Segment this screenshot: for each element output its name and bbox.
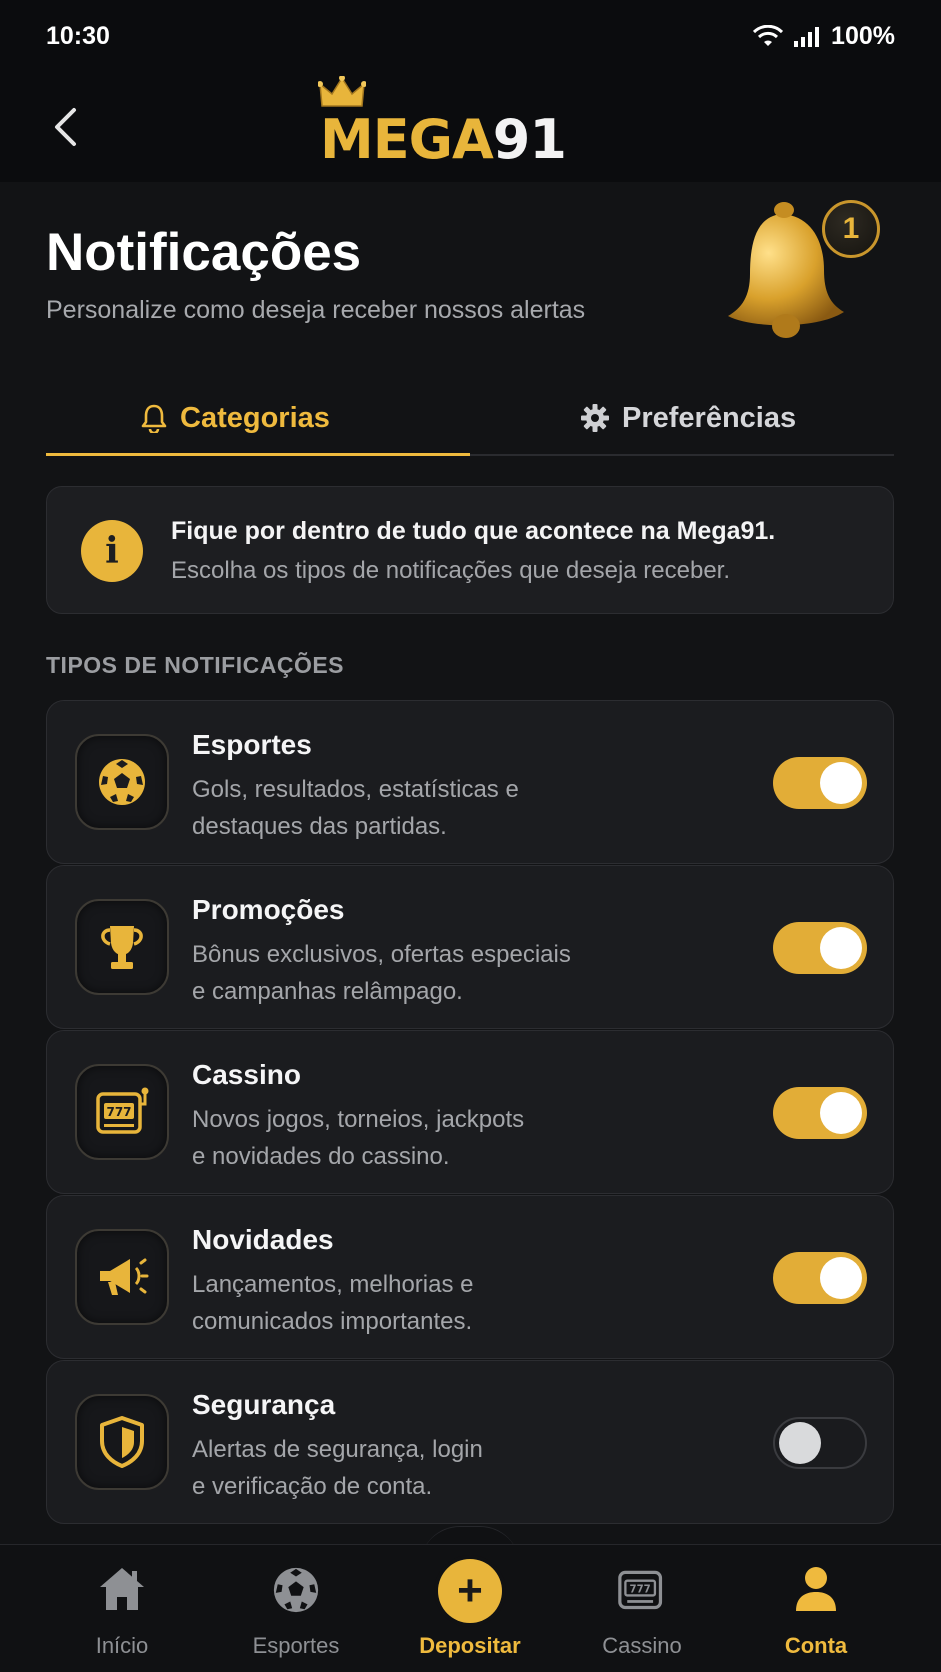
soccer-ball-icon [273, 1567, 319, 1613]
notification-description-line: e campanhas relâmpago. [192, 978, 463, 1005]
notification-description-line: e verificação de conta. [192, 1473, 433, 1500]
notification-description-line: Lançamentos, melhorias e [192, 1271, 474, 1298]
toggle-knob [820, 762, 862, 804]
notification-icon-box [75, 1229, 169, 1325]
notification-title: Novidades [192, 1224, 334, 1255]
page-title: Notificações [46, 223, 362, 282]
megaphone-icon [100, 1258, 149, 1295]
notification-count-badge: 1 [822, 200, 880, 258]
cassino-toggle[interactable] [773, 1087, 867, 1139]
nav-label: Início [95, 1633, 149, 1658]
info-text: Escolha os tipos de notificações que des… [171, 557, 731, 584]
nav-depositar[interactable]: + Depositar [395, 1545, 545, 1672]
bottom-nav: Início Esportes + Depositar 777 Cassino [0, 1544, 941, 1672]
signal-icon [794, 26, 820, 47]
toggle-knob [820, 1257, 862, 1299]
esportes-toggle[interactable] [773, 757, 867, 809]
svg-text:777: 777 [630, 1585, 651, 1596]
status-icons: 100% [753, 22, 895, 51]
logo-mega: MEGA [320, 108, 494, 171]
notification-bell: 1 [720, 196, 890, 356]
chevron-left-icon [55, 108, 76, 146]
back-button[interactable] [40, 102, 90, 152]
trophy-icon [101, 926, 143, 969]
notification-card-esportes: Esportes Gols, resultados, estatísticas … [46, 700, 894, 864]
novidades-toggle[interactable] [773, 1252, 867, 1304]
soccer-ball-icon [99, 759, 145, 805]
nav-inicio[interactable]: Início [47, 1545, 197, 1672]
app-header: MEGA91 [0, 72, 941, 182]
mega91-logo: MEGA91 [318, 76, 628, 176]
page-subtitle: Personalize como deseja receber nossos a… [46, 296, 586, 324]
notification-card-novidades: Novidades Lançamentos, melhorias e comun… [46, 1195, 894, 1359]
tab-categorias-label: Categorias [180, 401, 330, 434]
active-tab-indicator [46, 453, 470, 456]
notification-icon-box [75, 1394, 169, 1490]
notification-title: Segurança [192, 1389, 336, 1420]
notification-icon-box [75, 899, 169, 995]
plus-icon: + [438, 1559, 502, 1623]
logo-text: MEGA91 [320, 108, 567, 171]
notification-description: Alertas de segurança, login e verificaçã… [192, 1431, 662, 1505]
notification-title: Promoções [192, 894, 345, 925]
slot-machine-icon: 777 [618, 1570, 663, 1610]
notification-description-line: e novidades do cassino. [192, 1143, 450, 1170]
svg-text:777: 777 [106, 1105, 131, 1119]
toggle-knob [820, 927, 862, 969]
tab-bar: Categorias Preferências [46, 380, 894, 456]
shield-icon [100, 1416, 144, 1468]
tab-preferencias[interactable]: Preferências [580, 380, 796, 456]
notification-title: Cassino [192, 1059, 301, 1090]
toggle-knob [820, 1092, 862, 1134]
tab-categorias[interactable]: Categorias [140, 380, 330, 456]
home-icon [100, 1568, 144, 1610]
notification-description-line: Novos jogos, torneios, jackpots [192, 1106, 525, 1133]
seguranca-toggle[interactable] [773, 1417, 867, 1469]
notification-description-line: Bônus exclusivos, ofertas especiais [192, 941, 571, 968]
section-label: TIPOS DE NOTIFICAÇÕES [46, 652, 345, 678]
battery-label: 100% [831, 22, 895, 50]
tab-preferencias-label: Preferências [622, 401, 797, 434]
nav-label: Conta [784, 1633, 848, 1658]
notification-title: Esportes [192, 729, 312, 760]
promocoes-toggle[interactable] [773, 922, 867, 974]
nav-conta[interactable]: Conta [741, 1545, 891, 1672]
notification-card-cassino: 777 Cassino Novos jogos, torneios, jackp… [46, 1030, 894, 1194]
gear-icon [581, 404, 609, 432]
slot-machine-icon: 777 [96, 1087, 149, 1134]
wifi-icon [753, 24, 784, 46]
notification-description-line: Alertas de segurança, login [192, 1436, 483, 1463]
nav-esportes[interactable]: Esportes [221, 1545, 371, 1672]
notification-description-line: destaques das partidas. [192, 813, 447, 840]
info-title: Fique por dentro de tudo que acontece na… [171, 517, 776, 545]
status-bar: 10:30 100% [0, 0, 941, 72]
notification-description-line: comunicados importantes. [192, 1308, 473, 1335]
notification-description: Novos jogos, torneios, jackpots e novida… [192, 1101, 662, 1175]
toggle-knob [779, 1422, 821, 1464]
notification-card-seguranca: Segurança Alertas de segurança, login e … [46, 1360, 894, 1524]
notification-icon-box [75, 734, 169, 830]
bell-icon [141, 404, 167, 433]
nav-label: Depositar [419, 1633, 521, 1658]
notification-description: Gols, resultados, estatísticas e destaqu… [192, 771, 662, 845]
nav-label: Cassino [602, 1633, 682, 1658]
info-card: i Fique por dentro de tudo que acontece … [46, 486, 894, 614]
nav-label: Esportes [252, 1633, 340, 1658]
notification-description: Lançamentos, melhorias e comunicados imp… [192, 1266, 662, 1340]
nav-cassino[interactable]: 777 Cassino [567, 1545, 717, 1672]
crown-icon [318, 76, 366, 107]
status-time: 10:30 [46, 22, 110, 50]
user-icon [796, 1567, 836, 1611]
info-icon: i [81, 520, 143, 582]
notification-card-promocoes: Promoções Bônus exclusivos, ofertas espe… [46, 865, 894, 1029]
notification-icon-box: 777 [75, 1064, 169, 1160]
logo-number: 91 [492, 108, 567, 171]
notification-description: Bônus exclusivos, ofertas especiais e ca… [192, 936, 662, 1010]
notification-description-line: Gols, resultados, estatísticas e [192, 776, 519, 803]
